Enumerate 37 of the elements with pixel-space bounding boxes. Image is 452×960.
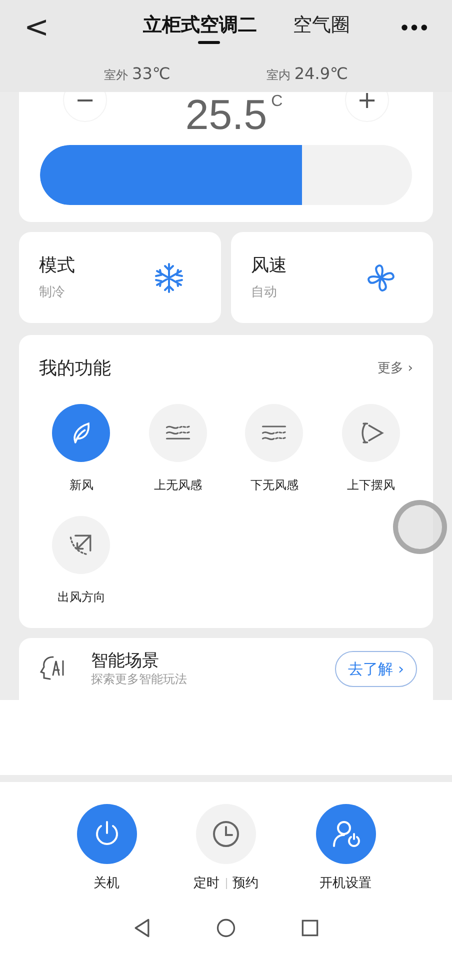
function-label: 上无风感 bbox=[154, 477, 202, 494]
indoor-label: 室内 bbox=[266, 66, 290, 84]
snowflake-icon bbox=[153, 262, 185, 294]
temperature-value: 25.5 bbox=[185, 94, 268, 136]
action-label: 关机 bbox=[94, 875, 120, 893]
outdoor-label: 室外 bbox=[104, 66, 128, 84]
function-label: 上下摆风 bbox=[346, 477, 395, 494]
back-button[interactable]: < bbox=[24, 12, 54, 42]
section-title: 我的功能 bbox=[39, 357, 111, 381]
card-title: 模式 bbox=[39, 254, 75, 278]
plus-button[interactable]: + bbox=[345, 92, 389, 122]
indoor-temperature: 24.9℃ bbox=[294, 62, 348, 84]
more-link[interactable]: 更多 › bbox=[378, 358, 413, 378]
card-value: 制冷 bbox=[39, 284, 66, 302]
minus-button[interactable]: − bbox=[63, 92, 107, 122]
tab[interactable]: 立柜式空调二 bbox=[142, 11, 257, 44]
function-label: 新风 bbox=[69, 477, 94, 494]
setting-card[interactable]: 模式 制冷 bbox=[19, 232, 221, 323]
function-label: 出风方向 bbox=[57, 589, 106, 606]
function-label: 下无风感 bbox=[250, 477, 298, 494]
temperature-unit: C bbox=[271, 94, 283, 110]
scene-title: 智能场景 bbox=[91, 650, 160, 672]
nav-home-icon[interactable] bbox=[215, 917, 237, 939]
action-label: 定时 bbox=[194, 875, 220, 893]
nav-recents-icon[interactable] bbox=[299, 917, 321, 939]
outdoor-temperature: 33℃ bbox=[132, 62, 170, 84]
card-value: 自动 bbox=[251, 284, 278, 302]
tab[interactable]: 空气圈 bbox=[292, 11, 350, 44]
learn-more-button[interactable]: 去了解 › bbox=[335, 651, 417, 687]
action-label: 预约 bbox=[232, 875, 258, 893]
scene-subtitle: 探索更多智能玩法 bbox=[91, 672, 188, 688]
clock-icon bbox=[210, 818, 242, 850]
setting-card[interactable]: 风速 自动 bbox=[231, 232, 433, 323]
action-label: 开机设置 bbox=[320, 875, 372, 893]
card-title: 风速 bbox=[251, 254, 287, 278]
more-button[interactable]: ••• bbox=[398, 12, 428, 42]
fan-icon bbox=[365, 262, 397, 294]
